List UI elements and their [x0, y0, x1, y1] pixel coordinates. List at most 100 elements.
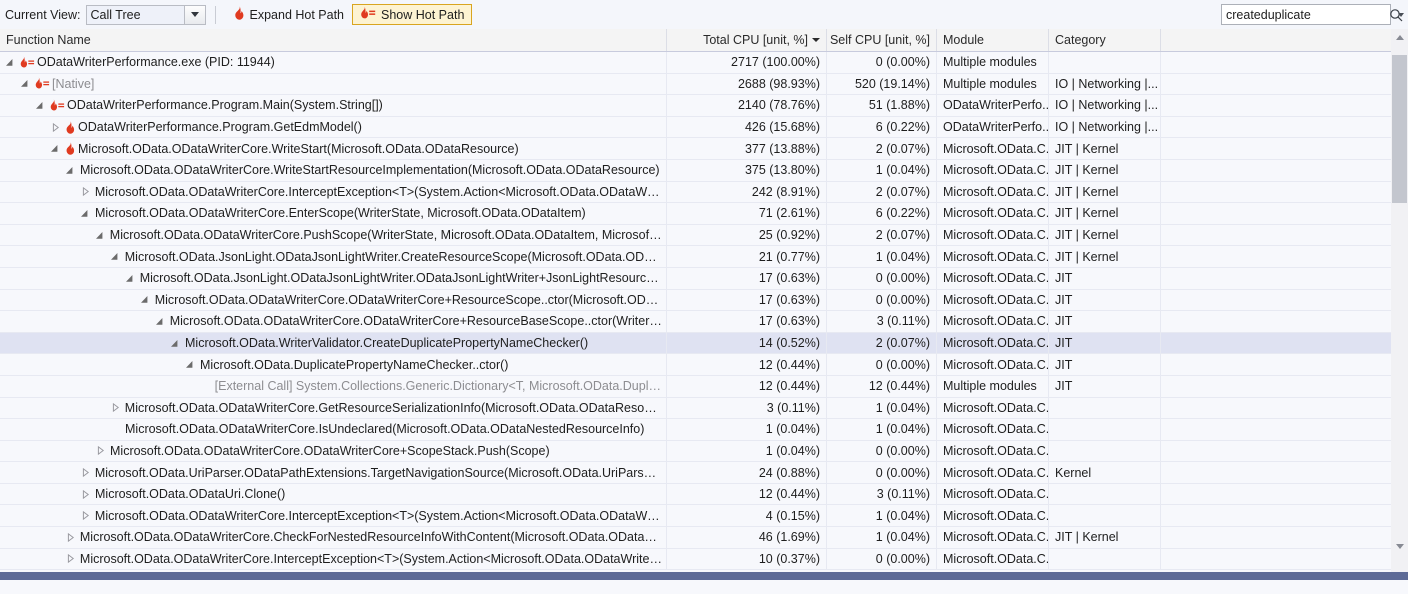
expand-hot-path-button[interactable]: Expand Hot Path: [225, 4, 353, 25]
column-header-function-name[interactable]: Function Name: [0, 29, 667, 51]
table-row[interactable]: ODataWriterPerformance.Program.Main(Syst…: [0, 95, 1408, 117]
table-row[interactable]: ODataWriterPerformance.exe (PID: 11944) 2…: [0, 52, 1408, 74]
table-row[interactable]: Microsoft.OData.ODataUri.Clone() 12 (0.44…: [0, 483, 1408, 506]
table-row[interactable]: Microsoft.OData.ODataWriterCore.ODataWri…: [0, 289, 1408, 312]
expander-expanded-icon[interactable]: [124, 274, 137, 283]
expander-expanded-icon[interactable]: [154, 317, 167, 326]
chevron-down-icon[interactable]: [183, 5, 205, 24]
expander-collapsed-icon[interactable]: [79, 468, 92, 478]
table-row[interactable]: Microsoft.OData.DuplicatePropertyNameChe…: [0, 354, 1408, 376]
cell-function-name[interactable]: Microsoft.OData.ODataWriterCore.PushScop…: [0, 224, 667, 246]
table-row[interactable]: Microsoft.OData.ODataWriterCore.Intercep…: [0, 181, 1408, 204]
cell-function-name[interactable]: Microsoft.OData.WriterValidator.CreateDu…: [0, 332, 667, 354]
expander-expanded-icon[interactable]: [34, 101, 47, 110]
table-row[interactable]: Microsoft.OData.ODataWriterCore.ODataWri…: [0, 440, 1408, 463]
expander-expanded-icon[interactable]: [169, 339, 182, 348]
table-row[interactable]: Microsoft.OData.ODataWriterCore.IsUndecl…: [0, 419, 1408, 441]
cell-self-cpu: 1 (0.04%): [827, 159, 937, 181]
cell-function-name[interactable]: Microsoft.OData.ODataWriterCore.ODataWri…: [0, 311, 667, 332]
expander-collapsed-icon[interactable]: [64, 532, 77, 542]
expander-collapsed-icon[interactable]: [79, 187, 92, 197]
table-row[interactable]: Microsoft.OData.ODataWriterCore.EnterSco…: [0, 203, 1408, 225]
search-input[interactable]: [1222, 5, 1389, 24]
cell-function-name[interactable]: Microsoft.OData.ODataWriterCore.IsUndecl…: [0, 419, 667, 440]
cell-function-name[interactable]: Microsoft.OData.ODataWriterCore.ODataWri…: [0, 440, 667, 462]
cell-self-cpu: 0 (0.00%): [827, 462, 937, 483]
expander-expanded-icon[interactable]: [4, 58, 17, 67]
table-row[interactable]: Microsoft.OData.JsonLight.ODataJsonLight…: [0, 267, 1408, 290]
expander-expanded-icon[interactable]: [64, 166, 77, 175]
cell-function-name[interactable]: Microsoft.OData.JsonLight.ODataJsonLight…: [0, 267, 667, 289]
cell-function-name[interactable]: Microsoft.OData.ODataWriterCore.WriteSta…: [0, 138, 667, 159]
table-row[interactable]: Microsoft.OData.ODataWriterCore.WriteSta…: [0, 159, 1408, 182]
column-header-total-cpu-unit[interactable]: Total CPU [unit, %]: [667, 29, 827, 51]
expander-expanded-icon[interactable]: [79, 209, 92, 218]
expander-expanded-icon[interactable]: [139, 295, 152, 304]
table-row[interactable]: Microsoft.OData.ODataWriterCore.Intercep…: [0, 505, 1408, 528]
scroll-up-icon[interactable]: [1391, 29, 1408, 46]
column-header-label: Total CPU [unit, %]: [703, 33, 808, 47]
expander-collapsed-icon[interactable]: [64, 554, 77, 564]
cell-function-name[interactable]: [Native]: [0, 73, 667, 95]
table-row[interactable]: Microsoft.OData.ODataWriterCore.WriteSta…: [0, 138, 1408, 160]
expander-collapsed-icon[interactable]: [109, 403, 122, 413]
cell-function-name[interactable]: [External Call] System.Collections.Gener…: [0, 375, 667, 397]
expander-expanded-icon[interactable]: [184, 360, 197, 369]
table-row[interactable]: Microsoft.OData.ODataWriterCore.GetResou…: [0, 397, 1408, 420]
cell-function-name[interactable]: Microsoft.OData.ODataWriterCore.Intercep…: [0, 181, 667, 203]
cell-function-name[interactable]: Microsoft.OData.ODataUri.Clone(): [0, 483, 667, 505]
cell-function-name[interactable]: ODataWriterPerformance.exe (PID: 11944): [0, 52, 667, 73]
cell-total-cpu: 14 (0.52%): [667, 332, 827, 354]
horizontal-scrollbar[interactable]: [0, 572, 1408, 580]
function-name-label: Microsoft.OData.ODataWriterCore.CheckFor…: [79, 530, 662, 545]
column-header-category[interactable]: Category: [1049, 29, 1161, 51]
column-header-self-cpu-unit[interactable]: Self CPU [unit, %]: [827, 29, 937, 51]
table-row[interactable]: Microsoft.OData.JsonLight.ODataJsonLight…: [0, 246, 1408, 268]
table-row[interactable]: Microsoft.OData.WriterValidator.CreateDu…: [0, 332, 1408, 355]
expander-expanded-icon[interactable]: [94, 231, 107, 240]
vertical-scrollbar[interactable]: [1391, 29, 1408, 572]
expander-expanded-icon[interactable]: [19, 79, 32, 88]
cell-function-name[interactable]: ODataWriterPerformance.Program.Main(Syst…: [0, 95, 667, 116]
search-options-chevron-down-icon[interactable]: [1394, 12, 1408, 17]
cell-category: JIT | Kernel: [1049, 159, 1161, 181]
cell-function-name[interactable]: Microsoft.OData.ODataWriterCore.EnterSco…: [0, 203, 667, 224]
table-row[interactable]: Microsoft.OData.ODataWriterCore.Intercep…: [0, 548, 1408, 571]
vertical-scrollbar-thumb[interactable]: [1392, 55, 1407, 203]
current-view-combobox[interactable]: Call Tree: [85, 4, 206, 25]
cell-function-name[interactable]: Microsoft.OData.ODataWriterCore.ODataWri…: [0, 289, 667, 311]
cell-function-name[interactable]: Microsoft.OData.UriParser.ODataPathExten…: [0, 462, 667, 483]
table-row[interactable]: ODataWriterPerformance.Program.GetEdmMod…: [0, 116, 1408, 139]
scroll-down-icon[interactable]: [1391, 538, 1408, 555]
expander-collapsed-icon[interactable]: [49, 122, 62, 132]
cell-function-name[interactable]: ODataWriterPerformance.Program.GetEdmMod…: [0, 116, 667, 138]
expander-expanded-icon[interactable]: [109, 252, 122, 261]
cell-function-name[interactable]: Microsoft.OData.ODataWriterCore.CheckFor…: [0, 527, 667, 548]
cell-function-name[interactable]: Microsoft.OData.ODataWriterCore.Intercep…: [0, 548, 667, 570]
table-row[interactable]: Microsoft.OData.ODataWriterCore.PushScop…: [0, 224, 1408, 247]
cell-function-name[interactable]: Microsoft.OData.JsonLight.ODataJsonLight…: [0, 246, 667, 267]
table-row[interactable]: Microsoft.OData.ODataWriterCore.CheckFor…: [0, 527, 1408, 549]
column-header-module[interactable]: Module: [937, 29, 1049, 51]
expander-expanded-icon[interactable]: [49, 144, 62, 153]
table-row[interactable]: [External Call] System.Collections.Gener…: [0, 375, 1408, 398]
cell-function-name[interactable]: Microsoft.OData.ODataWriterCore.GetResou…: [0, 397, 667, 419]
table-row[interactable]: [Native] 2688 (98.93%) 520 (19.14%) Multipl…: [0, 73, 1408, 96]
expander-collapsed-icon[interactable]: [79, 511, 92, 521]
cell-module: Microsoft.OData.C...: [937, 203, 1049, 224]
cell-self-cpu: 1 (0.04%): [827, 397, 937, 419]
cell-function-name[interactable]: Microsoft.OData.ODataWriterCore.WriteSta…: [0, 159, 667, 181]
cell-total-cpu: 426 (15.68%): [667, 116, 827, 138]
cell-function-name[interactable]: Microsoft.OData.ODataWriterCore.Intercep…: [0, 505, 667, 527]
expander-collapsed-icon[interactable]: [79, 489, 92, 499]
cell-function-name[interactable]: Microsoft.OData.DuplicatePropertyNameChe…: [0, 354, 667, 375]
table-row[interactable]: Microsoft.OData.ODataWriterCore.ODataWri…: [0, 311, 1408, 333]
search-box[interactable]: [1221, 4, 1403, 25]
show-hot-path-button[interactable]: Show Hot Path: [352, 4, 473, 25]
expander-collapsed-icon[interactable]: [94, 446, 107, 456]
table-row[interactable]: Microsoft.OData.UriParser.ODataPathExten…: [0, 462, 1408, 484]
function-name-label: Microsoft.OData.ODataWriterCore.WriteSta…: [80, 163, 660, 178]
cell-total-cpu: 17 (0.63%): [667, 267, 827, 289]
